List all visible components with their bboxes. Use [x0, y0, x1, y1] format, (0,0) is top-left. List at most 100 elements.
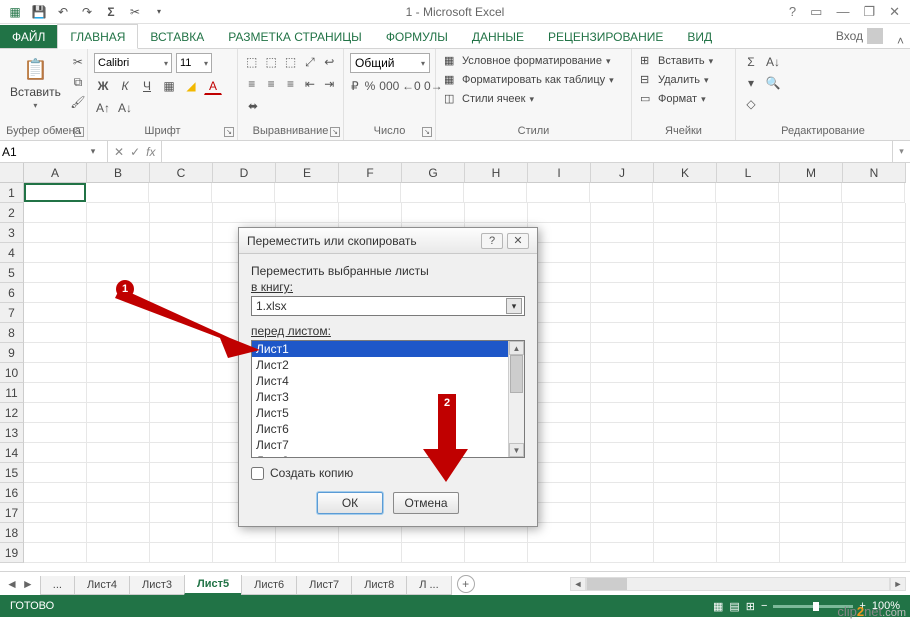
cell[interactable]: [654, 283, 717, 303]
cell[interactable]: [717, 263, 780, 283]
cell[interactable]: [717, 463, 780, 483]
cell[interactable]: [780, 383, 843, 403]
ribbon-options-icon[interactable]: ▭: [810, 4, 822, 20]
cell[interactable]: [24, 523, 87, 543]
view-page-layout-icon[interactable]: ▤: [729, 600, 739, 613]
row-header[interactable]: 3: [0, 223, 24, 243]
list-item[interactable]: Лист2: [252, 357, 508, 373]
new-sheet-button[interactable]: +: [457, 575, 475, 593]
cell[interactable]: [843, 243, 906, 263]
name-box-input[interactable]: [2, 145, 84, 159]
select-all-corner[interactable]: [0, 163, 24, 183]
increase-decimal-icon[interactable]: ←0: [402, 77, 420, 95]
redo-icon[interactable]: ↷: [80, 5, 94, 19]
dialog-close-icon[interactable]: ✕: [507, 233, 529, 249]
sheet-tab[interactable]: Лист7: [296, 576, 352, 595]
cell[interactable]: [591, 383, 654, 403]
insert-cells-button[interactable]: ⊞Вставить▾: [638, 53, 729, 69]
cell[interactable]: [843, 503, 906, 523]
cell[interactable]: [780, 223, 843, 243]
cell[interactable]: [591, 283, 654, 303]
hscroll-right-icon[interactable]: ►: [890, 577, 906, 591]
cell[interactable]: [150, 443, 213, 463]
cell[interactable]: [24, 263, 87, 283]
cell[interactable]: [402, 203, 465, 223]
cell[interactable]: [843, 463, 906, 483]
bold-icon[interactable]: Ж: [94, 77, 112, 95]
tab-home[interactable]: ГЛАВНАЯ: [57, 24, 138, 49]
align-bottom-icon[interactable]: ⬚: [283, 53, 298, 71]
sheet-nav-next-icon[interactable]: ►: [22, 577, 34, 591]
align-center-icon[interactable]: ≡: [263, 75, 278, 93]
align-middle-icon[interactable]: ⬚: [263, 53, 278, 71]
cell[interactable]: [24, 443, 87, 463]
cell[interactable]: [87, 443, 150, 463]
cell[interactable]: [654, 383, 717, 403]
cell[interactable]: [717, 283, 780, 303]
dialog-launcher-icon[interactable]: ↘: [422, 127, 432, 137]
sort-filter-icon[interactable]: A↓: [764, 53, 782, 71]
sheet-tab[interactable]: Лист5: [184, 575, 242, 595]
cell[interactable]: [717, 403, 780, 423]
cell[interactable]: [591, 203, 654, 223]
clear-icon[interactable]: ◇: [742, 95, 760, 113]
column-header[interactable]: D: [213, 163, 276, 183]
row-header[interactable]: 1: [0, 183, 24, 203]
cell[interactable]: [87, 463, 150, 483]
row-header[interactable]: 18: [0, 523, 24, 543]
cell[interactable]: [150, 243, 213, 263]
column-header[interactable]: A: [24, 163, 87, 183]
cell[interactable]: [150, 223, 213, 243]
cell[interactable]: [654, 443, 717, 463]
fx-icon[interactable]: fx: [146, 145, 155, 159]
row-header[interactable]: 11: [0, 383, 24, 403]
cell[interactable]: [150, 363, 213, 383]
border-icon[interactable]: ▦: [160, 77, 178, 95]
cell[interactable]: [780, 363, 843, 383]
row-header[interactable]: 8: [0, 323, 24, 343]
column-header[interactable]: K: [654, 163, 717, 183]
cell[interactable]: [780, 243, 843, 263]
list-item[interactable]: Лист3: [252, 389, 508, 405]
cell[interactable]: [87, 523, 150, 543]
dialog-launcher-icon[interactable]: ↘: [330, 127, 340, 137]
cell[interactable]: [150, 303, 213, 323]
cell[interactable]: [780, 263, 843, 283]
cell[interactable]: [843, 203, 906, 223]
cell[interactable]: [654, 403, 717, 423]
view-page-break-icon[interactable]: ⊞: [746, 600, 755, 613]
autosum-icon[interactable]: Σ: [104, 5, 118, 19]
find-icon[interactable]: 🔍: [764, 74, 782, 92]
row-header[interactable]: 17: [0, 503, 24, 523]
column-header[interactable]: J: [591, 163, 654, 183]
expand-formula-bar-icon[interactable]: ▾: [892, 141, 910, 162]
cell[interactable]: [87, 503, 150, 523]
row-header[interactable]: 7: [0, 303, 24, 323]
create-copy-checkbox[interactable]: [251, 467, 264, 480]
list-item[interactable]: Лист8: [252, 453, 508, 457]
cell[interactable]: [654, 303, 717, 323]
cell[interactable]: [843, 323, 906, 343]
cell[interactable]: [654, 203, 717, 223]
merge-icon[interactable]: ⬌: [244, 97, 262, 115]
qat-dropdown-icon[interactable]: ▾: [152, 5, 166, 19]
cell[interactable]: [717, 223, 780, 243]
paste-button[interactable]: 📋 Вставить ▾: [6, 53, 65, 112]
cell[interactable]: [338, 183, 401, 203]
view-normal-icon[interactable]: ▦: [713, 600, 723, 613]
column-header[interactable]: H: [465, 163, 528, 183]
cell[interactable]: [843, 363, 906, 383]
list-item[interactable]: Лист7: [252, 437, 508, 453]
cell[interactable]: [717, 503, 780, 523]
cell[interactable]: [717, 203, 780, 223]
cell[interactable]: [843, 263, 906, 283]
cell[interactable]: [87, 403, 150, 423]
cell[interactable]: [654, 243, 717, 263]
currency-icon[interactable]: ₽: [350, 77, 360, 95]
list-item[interactable]: Лист5: [252, 405, 508, 421]
name-box[interactable]: ▾: [0, 141, 108, 162]
cell[interactable]: [654, 463, 717, 483]
cell[interactable]: [24, 303, 87, 323]
cell[interactable]: [87, 223, 150, 243]
formula-input[interactable]: [162, 141, 892, 162]
